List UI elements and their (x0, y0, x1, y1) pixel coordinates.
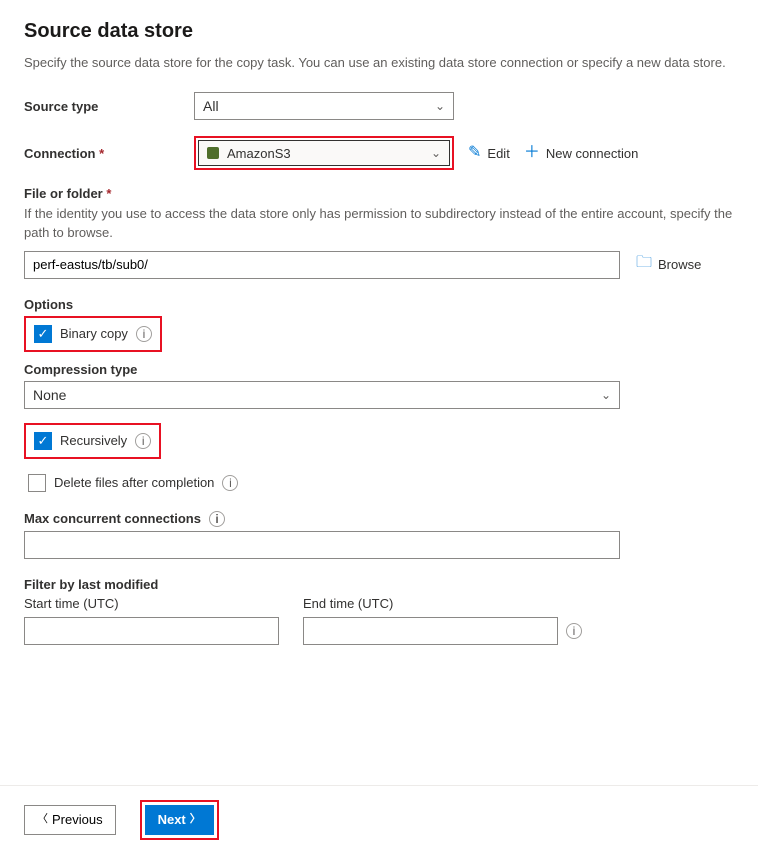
file-section: File or folder If the identity you use t… (24, 186, 734, 279)
max-conn-input[interactable] (24, 531, 620, 559)
amazons3-icon (207, 147, 219, 159)
compression-value: None (33, 387, 66, 403)
source-type-label: Source type (24, 99, 194, 114)
compression-label: Compression type (24, 362, 734, 377)
source-type-row: Source type All ⌄ (24, 92, 734, 120)
max-conn-label-row: Max concurrent connections i (24, 511, 734, 527)
options-label: Options (24, 297, 734, 312)
source-type-select[interactable]: All ⌄ (194, 92, 454, 120)
chevron-right-icon: 〉 (190, 814, 201, 825)
chevron-down-icon: ⌄ (431, 147, 441, 159)
max-conn-label: Max concurrent connections (24, 511, 201, 526)
checkbox-checked-icon (34, 325, 52, 343)
info-icon[interactable]: i (222, 475, 238, 491)
info-icon[interactable]: i (566, 623, 582, 639)
edit-label: Edit (487, 146, 509, 161)
folder-icon: 🗀 (636, 251, 652, 278)
checkbox-unchecked-icon (28, 474, 46, 492)
binary-copy-label: Binary copy (60, 326, 128, 341)
next-label: Next (158, 812, 186, 827)
wizard-footer: 〈 Previous Next 〉 (0, 785, 758, 864)
info-icon[interactable]: i (136, 326, 152, 342)
edit-connection-button[interactable]: ✎ Edit (468, 145, 510, 161)
compression-select[interactable]: None ⌄ (24, 381, 620, 409)
checkbox-checked-icon (34, 432, 52, 450)
connection-label: Connection (24, 146, 194, 161)
start-time-input[interactable] (24, 617, 279, 645)
connection-highlight: AmazonS3 ⌄ (194, 136, 454, 170)
page-title: Source data store (24, 20, 734, 43)
binary-copy-checkbox[interactable]: Binary copy i (28, 320, 158, 348)
delete-after-label: Delete files after completion (54, 475, 214, 490)
info-icon[interactable]: i (135, 433, 151, 449)
recursively-highlight: Recursively i (24, 423, 161, 459)
plus-icon: ＋ (524, 145, 540, 161)
recursively-label: Recursively (60, 433, 127, 448)
connection-value: AmazonS3 (227, 146, 431, 161)
chevron-down-icon: ⌄ (601, 389, 611, 401)
new-connection-label: New connection (546, 146, 639, 161)
previous-label: Previous (52, 812, 103, 827)
info-icon[interactable]: i (209, 511, 225, 527)
options-section: Options Binary copy i Compression type N… (24, 297, 734, 559)
chevron-left-icon: 〈 (37, 814, 48, 825)
connection-row: Connection AmazonS3 ⌄ ✎ Edit ＋ New conne… (24, 136, 734, 170)
page-subtitle: Specify the source data store for the co… (24, 55, 734, 70)
pencil-icon: ✎ (468, 145, 481, 161)
file-helper: If the identity you use to access the da… (24, 205, 734, 243)
browse-button[interactable]: 🗀 Browse (636, 251, 701, 278)
new-connection-button[interactable]: ＋ New connection (524, 145, 639, 161)
end-time-label: End time (UTC) (303, 596, 582, 611)
chevron-down-icon: ⌄ (435, 100, 445, 112)
end-time-input[interactable] (303, 617, 558, 645)
connection-select[interactable]: AmazonS3 ⌄ (198, 140, 450, 166)
source-type-value: All (203, 98, 219, 114)
delete-after-checkbox[interactable]: Delete files after completion i (24, 469, 244, 497)
next-highlight: Next 〉 (140, 800, 219, 840)
recursively-checkbox[interactable]: Recursively i (28, 427, 157, 455)
filter-label: Filter by last modified (24, 577, 734, 592)
next-button[interactable]: Next 〉 (145, 805, 214, 835)
previous-button[interactable]: 〈 Previous (24, 805, 116, 835)
file-path-input[interactable] (24, 251, 620, 279)
file-label: File or folder (24, 186, 734, 201)
start-time-label: Start time (UTC) (24, 596, 279, 611)
browse-label: Browse (658, 257, 701, 272)
binary-copy-highlight: Binary copy i (24, 316, 162, 352)
filter-section: Filter by last modified Start time (UTC)… (24, 577, 734, 645)
